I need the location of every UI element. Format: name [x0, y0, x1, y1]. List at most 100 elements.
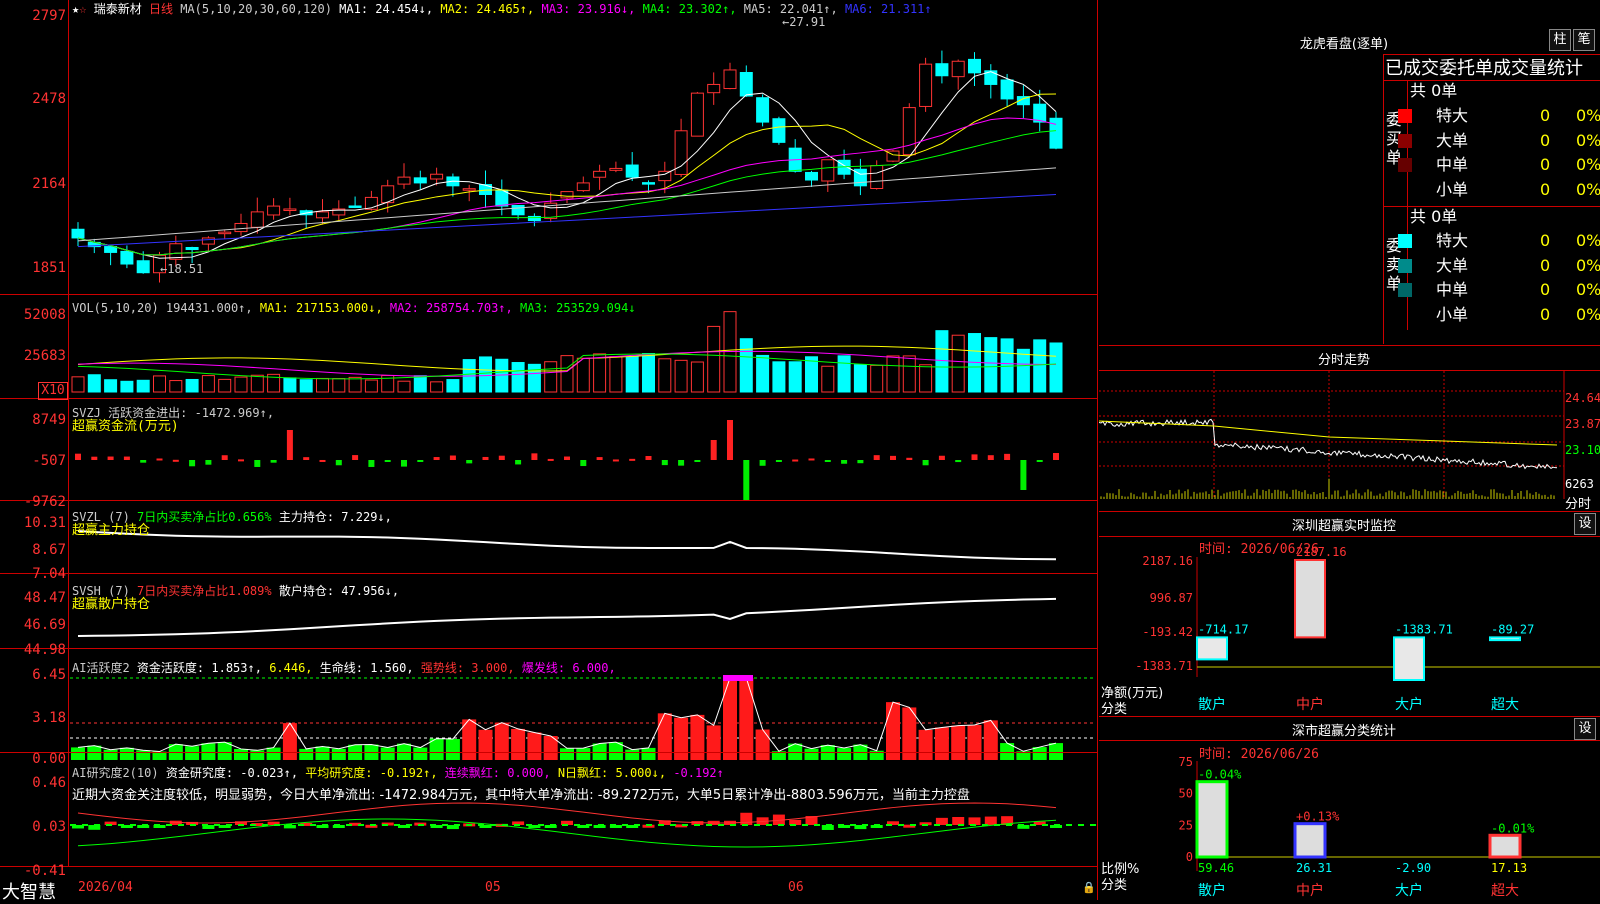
svzj-axis-label: 8749	[32, 412, 66, 428]
classify-settings-button[interactable]: 设	[1574, 718, 1596, 740]
volume-bar	[104, 379, 118, 393]
classify-chart: 75 50 25 0 -0.04% 59.46 散户 +0.13% 26.31 中户 -2.90 大户…	[1179, 755, 1600, 899]
classify-value-label: 26.31	[1296, 861, 1332, 875]
volume-bar	[1000, 338, 1014, 393]
volume-bar	[527, 363, 541, 393]
monitor-category: 中户	[1296, 696, 1324, 713]
date-axis-label: 06	[788, 880, 804, 895]
dragon-row-name: 特大	[1436, 106, 1469, 125]
main-chart-area[interactable]: ★☆ 瑞泰新材 日线 MA(5,10,20,30,60,120) MA1: 24…	[0, 0, 1098, 903]
price-axis-label: 2478	[32, 91, 66, 107]
fund-flow-bar	[482, 456, 489, 460]
volume-bar	[1049, 342, 1063, 393]
volume-bar	[511, 362, 525, 393]
fund-flow-bar	[417, 460, 424, 462]
monitor-axis-label: 996.87	[1150, 591, 1193, 605]
volume-bar	[446, 379, 460, 393]
candle-body	[1049, 117, 1063, 149]
fund-flow-bar	[1053, 453, 1059, 460]
volume-bar	[136, 379, 150, 393]
activity-bar	[71, 747, 85, 760]
volume-bar	[919, 364, 933, 393]
intraday-chart[interactable]	[1099, 371, 1600, 511]
monitor-chart: 2187.16 996.87 -193.42 -1383.71 -714.17 散户 218…	[1135, 545, 1600, 713]
monitor-bar	[1196, 636, 1228, 661]
volume-bar	[218, 378, 232, 393]
candle-body	[71, 228, 85, 239]
volume-bar	[690, 361, 704, 393]
dragon-row-pct: 0%	[1576, 130, 1600, 150]
vol-ma2: MA2: 258754.703↑,	[389, 301, 513, 315]
price-axis-label: 2797	[32, 8, 66, 24]
lock-icon[interactable]: 🔒	[1082, 881, 1096, 894]
legend-swatch	[1398, 283, 1412, 297]
svsh-header: SVSH (7) 7日内买卖净占比1.089% 散户持仓: 47.956↓,	[72, 584, 399, 598]
candle-body	[104, 246, 118, 253]
dragon-tabs[interactable]: 已成交委托单成交量统计	[1385, 54, 1583, 80]
volume-bar	[544, 361, 558, 393]
intraday-axis-label: 23.87	[1565, 417, 1600, 431]
candle-body	[756, 97, 770, 123]
kline-chart-canvas[interactable]	[0, 0, 1098, 900]
fund-flow-bar	[987, 455, 994, 460]
candle-body	[625, 164, 639, 178]
dragon-row-count: 0	[1540, 130, 1551, 150]
candle-body	[642, 182, 655, 185]
volume-bar	[413, 375, 427, 393]
activity-bar	[560, 748, 574, 760]
volume-bar	[674, 359, 688, 393]
fund-flow-bar	[661, 460, 668, 466]
vol-scale-badge[interactable]: X10	[38, 382, 68, 400]
fund-flow-bar	[433, 457, 440, 460]
dragon-row-name: 小单	[1436, 179, 1469, 199]
fund-flow-bar	[824, 460, 831, 462]
dragon-row-name: 特大	[1436, 231, 1469, 250]
vol-axis-label: 52008	[23, 307, 66, 323]
svsh-axis-label: 44.98	[23, 642, 66, 658]
svsh-label: SVSH (7)	[72, 584, 130, 598]
candle-body	[560, 191, 574, 199]
candle-body	[968, 58, 981, 74]
svzl-label: SVZL (7)	[72, 510, 130, 524]
volume-bar	[658, 358, 672, 393]
fund-flow-bar	[1036, 460, 1043, 462]
ma-line	[77, 167, 1057, 242]
bar-mode-button[interactable]: 柱	[1549, 29, 1571, 51]
candle-body	[430, 173, 444, 180]
candle-body	[201, 237, 215, 245]
fund-flow-bar	[1020, 460, 1027, 490]
research-line	[77, 802, 1057, 824]
pin-icon[interactable]: ☆	[79, 2, 86, 16]
classify-category: 超大	[1491, 883, 1519, 899]
fund-flow-bar	[238, 459, 244, 462]
panel-divider	[0, 573, 1098, 574]
fund-flow-bar	[531, 453, 538, 460]
intraday-mode-label[interactable]: 分时	[1565, 493, 1591, 512]
dragon-row-count: 0	[1540, 304, 1551, 324]
tick-mode-button[interactable]: 笔	[1573, 29, 1595, 51]
fund-flow-bar	[792, 459, 799, 462]
candle-body	[218, 231, 232, 235]
activity-bar	[641, 747, 656, 760]
classify-axis-label: 75	[1179, 755, 1193, 769]
low-price-value: 18.51	[167, 262, 204, 276]
svzl-axis-label: 10.31	[23, 515, 66, 531]
intraday-price-line	[1099, 418, 1558, 470]
date-axis-label: 2026/04	[78, 880, 133, 895]
candle-body	[495, 189, 509, 207]
dragon-row-name: 小单	[1436, 304, 1469, 324]
classify-bar	[1195, 780, 1229, 859]
svzl-subtitle: 超赢主力持仓	[72, 523, 151, 538]
fund-flow-bar	[808, 458, 815, 461]
activity-bar	[723, 678, 737, 760]
period-label[interactable]: 日线	[149, 2, 173, 16]
fund-flow-bar	[401, 460, 407, 467]
ma3-value: MA3: 23.916↓,	[541, 2, 636, 16]
monitor-bar-label: 2187.16	[1296, 545, 1347, 559]
ai1-c: 生命线: 1.560,	[319, 661, 414, 675]
dragon-row-count: 0	[1540, 179, 1551, 199]
activity-bar	[690, 714, 705, 760]
classify-value-label: 17.13	[1491, 861, 1527, 875]
monitor-settings-button[interactable]: 设	[1574, 513, 1596, 535]
candle-body	[739, 72, 753, 97]
